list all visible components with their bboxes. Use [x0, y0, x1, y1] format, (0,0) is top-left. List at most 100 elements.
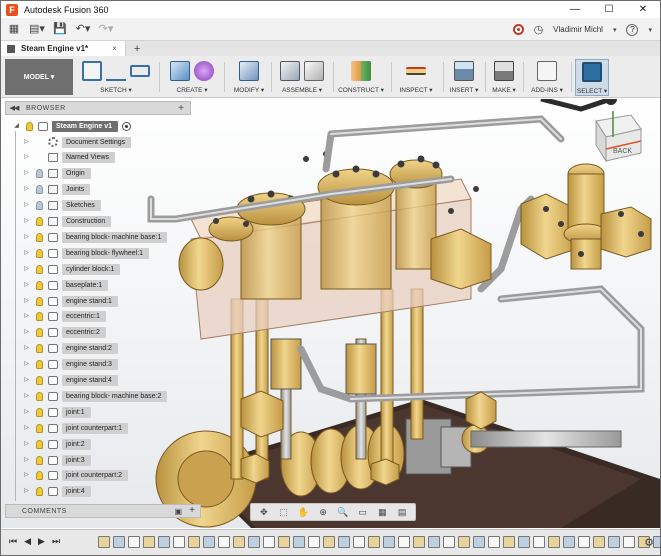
- tree-item[interactable]: ▷ eccentric:1: [23, 310, 106, 324]
- addins-group[interactable]: ADD-INS ▾: [528, 59, 566, 96]
- select-tool-icon[interactable]: [582, 62, 602, 82]
- expand-triangle-icon[interactable]: ▷: [23, 425, 30, 432]
- tree-item[interactable]: ▷ Document Settings: [23, 135, 132, 149]
- tree-item[interactable]: ▷ Construction: [23, 215, 112, 229]
- tree-item[interactable]: ▷ Named Views: [23, 151, 116, 165]
- save-icon[interactable]: 💾: [50, 20, 70, 38]
- tree-item[interactable]: ▷ Sketches: [23, 199, 101, 213]
- timeline-feature-marker[interactable]: [593, 536, 605, 548]
- expand-triangle-icon[interactable]: ▷: [23, 488, 30, 495]
- tree-item-label[interactable]: joint counterpart:2: [62, 470, 129, 482]
- expand-triangle-icon[interactable]: ▷: [23, 218, 30, 225]
- tree-item[interactable]: ▷ joint counterpart:1: [23, 421, 129, 435]
- collapse-browser-icon[interactable]: ◀◀: [6, 104, 22, 112]
- tree-item-label[interactable]: Sketches: [62, 200, 101, 212]
- visibility-bulb-icon[interactable]: [36, 471, 43, 481]
- visibility-bulb-icon[interactable]: [36, 217, 43, 226]
- timeline-feature-marker[interactable]: [233, 536, 245, 548]
- timeline-feature-marker[interactable]: [308, 536, 320, 548]
- timeline-feature-marker[interactable]: [293, 536, 305, 548]
- timeline-feature-marker[interactable]: [338, 536, 350, 548]
- joint-icon[interactable]: [304, 61, 324, 81]
- undo-icon[interactable]: ↶▾: [73, 20, 93, 38]
- look-at-icon[interactable]: ⬚: [278, 507, 289, 518]
- timeline-feature-marker[interactable]: [263, 536, 275, 548]
- make-menu[interactable]: MAKE ▾: [489, 86, 519, 94]
- timeline-feature-marker[interactable]: [413, 536, 425, 548]
- timeline-feature-marker[interactable]: [488, 536, 500, 548]
- visibility-bulb-icon[interactable]: [36, 439, 43, 449]
- expand-triangle-icon[interactable]: ▷: [23, 266, 30, 273]
- visibility-bulb-icon[interactable]: [36, 344, 43, 354]
- grid-settings-icon[interactable]: ▦: [377, 507, 388, 518]
- scripts-addins-icon[interactable]: [537, 61, 557, 81]
- close-window-button[interactable]: ✕: [626, 1, 660, 18]
- timeline-feature-marker[interactable]: [398, 536, 410, 548]
- timeline-feature-marker[interactable]: [578, 536, 590, 548]
- visibility-bulb-icon[interactable]: [26, 121, 33, 131]
- timeline-feature-marker[interactable]: [503, 536, 515, 548]
- timeline-feature-marker[interactable]: [458, 536, 470, 548]
- timeline-feature-marker[interactable]: [533, 536, 545, 548]
- expand-triangle-icon[interactable]: ▷: [23, 313, 30, 320]
- visibility-bulb-icon[interactable]: [36, 407, 43, 417]
- tree-item[interactable]: ▷ Joints: [23, 183, 91, 197]
- new-tab-button[interactable]: +: [134, 42, 140, 56]
- expand-triangle-icon[interactable]: ▷: [23, 441, 30, 448]
- timeline-feature-marker[interactable]: [548, 536, 560, 548]
- expand-triangle-icon[interactable]: ▷: [23, 202, 30, 209]
- timeline-feature-marker[interactable]: [98, 536, 110, 548]
- timeline-feature-marker[interactable]: [158, 536, 170, 548]
- addins-menu[interactable]: ADD-INS ▾: [528, 86, 566, 94]
- tree-item-label[interactable]: cylinder block:1: [62, 263, 121, 275]
- timeline-prev-button[interactable]: ◀: [24, 536, 31, 547]
- tree-item-label[interactable]: Document Settings: [62, 136, 132, 148]
- expand-triangle-icon[interactable]: ▷: [23, 139, 30, 146]
- sphere-form-icon[interactable]: [194, 61, 214, 81]
- tree-item-label[interactable]: engine stand:3: [62, 359, 118, 371]
- timeline-feature-marker[interactable]: [203, 536, 215, 548]
- press-pull-icon[interactable]: [239, 61, 259, 81]
- file-menu-icon[interactable]: ▤▾: [27, 20, 47, 38]
- measure-icon[interactable]: [406, 67, 426, 75]
- tree-item[interactable]: ▷ bearing block- flywheel:1: [23, 246, 150, 260]
- fit-icon[interactable]: 🔍: [337, 507, 348, 518]
- timeline-feature-marker[interactable]: [143, 536, 155, 548]
- tree-item[interactable]: ▷ joint:2: [23, 437, 91, 451]
- timeline-feature-marker[interactable]: [248, 536, 260, 548]
- insert-group[interactable]: INSERT ▾: [447, 59, 481, 96]
- visibility-bulb-icon[interactable]: [36, 296, 43, 306]
- visibility-bulb-icon[interactable]: [36, 455, 43, 465]
- help-button[interactable]: ?: [626, 23, 639, 36]
- insert-menu[interactable]: INSERT ▾: [447, 86, 481, 94]
- expand-triangle-icon[interactable]: ▷: [23, 377, 30, 384]
- select-menu[interactable]: SELECT ▾: [576, 87, 608, 95]
- add-comment-button[interactable]: +: [189, 505, 195, 517]
- construct-group[interactable]: CONSTRUCT ▾: [337, 59, 385, 96]
- 3d-print-icon[interactable]: [494, 61, 514, 81]
- visibility-bulb-icon[interactable]: [36, 328, 43, 338]
- assemble-group[interactable]: ASSEMBLE ▾: [275, 59, 329, 96]
- timeline-settings-gear-icon[interactable]: ⚙: [644, 536, 654, 549]
- visibility-bulb-icon[interactable]: [36, 248, 43, 258]
- activate-component-icon[interactable]: [122, 121, 132, 131]
- tree-item-label[interactable]: bearing block- flywheel:1: [62, 247, 150, 259]
- visibility-bulb-icon[interactable]: [36, 360, 43, 370]
- zoom-icon[interactable]: ⊕: [318, 507, 329, 518]
- close-tab-button[interactable]: ×: [112, 44, 117, 53]
- job-status-clock-icon[interactable]: ◷: [534, 23, 544, 36]
- display-settings-icon[interactable]: ▭: [357, 507, 368, 518]
- timeline-feature-marker[interactable]: [218, 536, 230, 548]
- expand-triangle-icon[interactable]: ▷: [23, 361, 30, 368]
- tree-item-label[interactable]: engine stand:4: [62, 375, 118, 386]
- timeline-feature-marker[interactable]: [518, 536, 530, 548]
- user-account-menu[interactable]: Vladimir Michl: [553, 25, 603, 34]
- tree-item[interactable]: ▷ engine stand:3: [23, 358, 118, 372]
- tree-item-label[interactable]: engine stand:1: [62, 295, 118, 307]
- sketch-group[interactable]: SKETCH ▾: [79, 59, 153, 96]
- extrude-icon[interactable]: [170, 61, 190, 81]
- timeline-feature-marker[interactable]: [353, 536, 365, 548]
- tree-item[interactable]: ▷ joint counterpart:2: [23, 469, 129, 483]
- timeline-end-button[interactable]: ⏭: [52, 536, 60, 547]
- tree-item[interactable]: ▷ bearing block- machine base:2: [23, 389, 168, 403]
